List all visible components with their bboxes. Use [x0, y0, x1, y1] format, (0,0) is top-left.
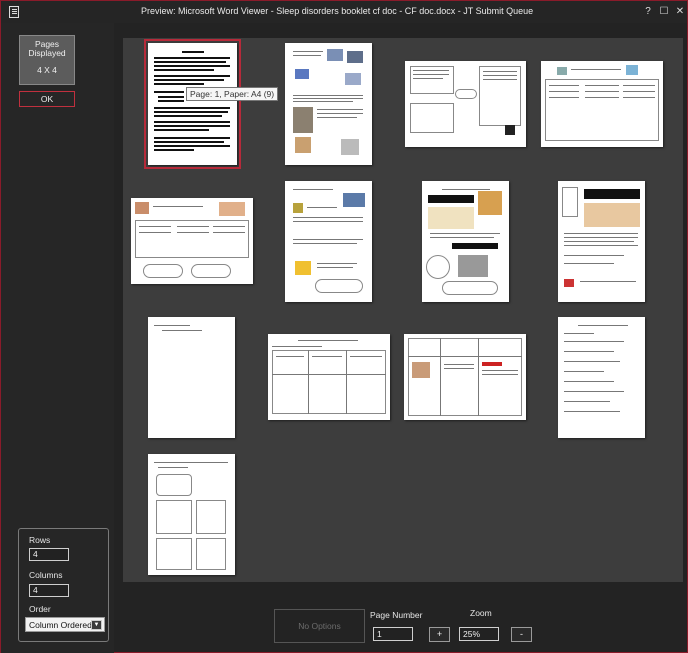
page-thumbnail-10[interactable]	[268, 334, 390, 420]
pages-displayed-button[interactable]: Pages Displayed 4 X 4	[19, 35, 75, 85]
rows-label: Rows	[29, 535, 51, 545]
page-thumbnail-1[interactable]	[144, 39, 241, 169]
window-title: Preview: Microsoft Word Viewer - Sleep d…	[141, 6, 534, 16]
page-thumbnail-11[interactable]	[404, 334, 526, 420]
page-thumbnail-7[interactable]	[422, 181, 509, 302]
order-select-value: Column Ordered	[29, 620, 92, 630]
page-thumbnail-12[interactable]	[558, 317, 645, 438]
no-options-button: No Options	[274, 609, 365, 643]
zoom-in-button[interactable]: +	[429, 627, 450, 642]
page-thumbnail-2[interactable]	[285, 43, 372, 165]
page-thumbnail-3[interactable]	[405, 61, 526, 147]
page-thumbnail-13[interactable]	[148, 454, 235, 575]
title-bar: Preview: Microsoft Word Viewer - Sleep d…	[1, 1, 687, 23]
preview-window: Preview: Microsoft Word Viewer - Sleep d…	[0, 0, 688, 653]
maximize-button[interactable]: ☐	[657, 5, 671, 19]
page-tooltip: Page: 1, Paper: A4 (9)	[186, 87, 279, 101]
page-thumbnail-5[interactable]	[131, 198, 253, 284]
page-number-label: Page Number	[370, 610, 423, 620]
columns-input[interactable]: 4	[29, 584, 69, 597]
columns-label: Columns	[29, 570, 63, 580]
page-thumbnail-4[interactable]	[541, 61, 663, 147]
zoom-input[interactable]: 25%	[459, 627, 499, 641]
zoom-out-button[interactable]: -	[511, 627, 532, 642]
order-label: Order	[29, 604, 51, 614]
close-button[interactable]: ✕	[673, 5, 687, 19]
page-number-input[interactable]: 1	[373, 627, 413, 641]
page-thumbnail-9[interactable]	[148, 317, 235, 438]
page-preview-area[interactable]	[123, 38, 683, 582]
layout-settings-group: Rows 4 Columns 4 Order Column Ordered ▼	[18, 528, 109, 642]
order-select[interactable]: Column Ordered ▼	[25, 617, 105, 632]
page-thumbnail-6[interactable]	[285, 181, 372, 302]
pages-displayed-label: Pages Displayed	[28, 39, 66, 58]
ok-button[interactable]: OK	[19, 91, 75, 107]
page-thumbnail-8[interactable]	[558, 181, 645, 302]
chevron-down-icon[interactable]: ▼	[91, 620, 102, 630]
help-button[interactable]: ?	[641, 5, 655, 19]
rows-input[interactable]: 4	[29, 548, 69, 561]
pages-displayed-value: 4 X 4	[37, 65, 57, 75]
app-icon	[9, 6, 19, 18]
zoom-label: Zoom	[470, 608, 492, 618]
